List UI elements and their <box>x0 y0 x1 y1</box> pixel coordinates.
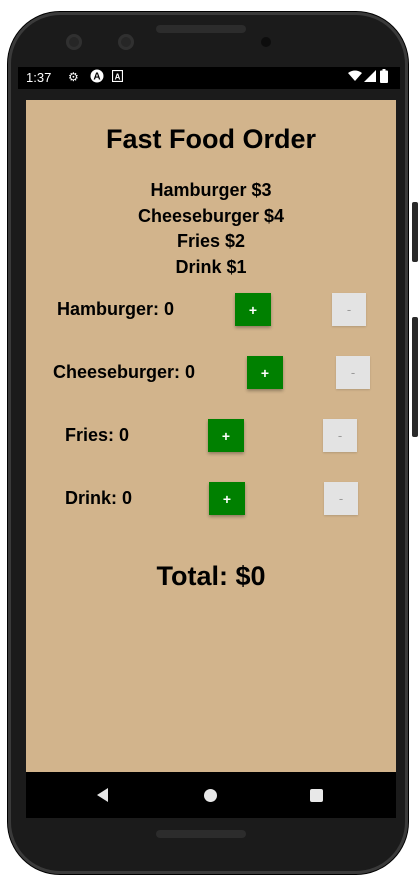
status-bar: 1:37 ⚙ A A <box>18 67 400 89</box>
cheeseburger-count-label: Cheeseburger: 0 <box>53 362 196 382</box>
cheeseburger-minus-button[interactable]: - <box>336 356 370 389</box>
page-title: Fast Food Order <box>105 124 316 154</box>
svg-text:A: A <box>93 72 100 83</box>
back-icon[interactable] <box>97 788 108 802</box>
recent-apps-icon[interactable] <box>310 789 323 802</box>
fries-plus-button[interactable]: + <box>208 419 244 452</box>
wifi-icon <box>348 70 362 85</box>
menu-item-fries: Fries $2 <box>176 231 246 251</box>
app-screen: Fast Food Order Hamburger $3 Cheeseburge… <box>26 100 396 772</box>
home-icon[interactable] <box>204 789 217 802</box>
svg-text:A: A <box>115 73 121 82</box>
signal-icon <box>364 70 376 85</box>
hamburger-count-label: Hamburger: 0 <box>57 299 175 319</box>
front-sensor-icon <box>118 34 134 50</box>
status-time: 1:37 <box>26 70 52 85</box>
menu-item-drink: Drink $1 <box>175 256 247 277</box>
fries-minus-button[interactable]: - <box>323 419 357 452</box>
menu-item-hamburger: Hamburger $3 <box>150 180 272 200</box>
menu-item-cheeseburger: Cheeseburger $4 <box>137 205 285 226</box>
price-menu: Hamburger $3 Cheeseburger $4 Fries $2 Dr… <box>26 178 396 280</box>
navigation-bar <box>26 772 396 818</box>
battery-icon <box>380 69 388 86</box>
hamburger-minus-button[interactable]: - <box>332 293 366 326</box>
power-button[interactable] <box>412 202 418 262</box>
fries-count-label: Fries: 0 <box>65 425 130 445</box>
order-total: Total: $0 <box>156 561 266 591</box>
app-a-icon: A <box>90 69 104 86</box>
drink-count-label: Drink: 0 <box>65 488 133 508</box>
volume-button[interactable] <box>412 317 418 437</box>
front-camera-icon <box>66 34 82 50</box>
hamburger-plus-button[interactable]: + <box>235 293 271 326</box>
settings-icon: ⚙ <box>68 70 79 84</box>
app-small-a-icon: A <box>111 69 124 85</box>
drink-minus-button[interactable]: - <box>324 482 358 515</box>
bottom-speaker <box>156 830 246 838</box>
proximity-sensor <box>261 37 271 47</box>
drink-plus-button[interactable]: + <box>209 482 245 515</box>
earpiece-speaker <box>156 25 246 33</box>
cheeseburger-plus-button[interactable]: + <box>247 356 283 389</box>
